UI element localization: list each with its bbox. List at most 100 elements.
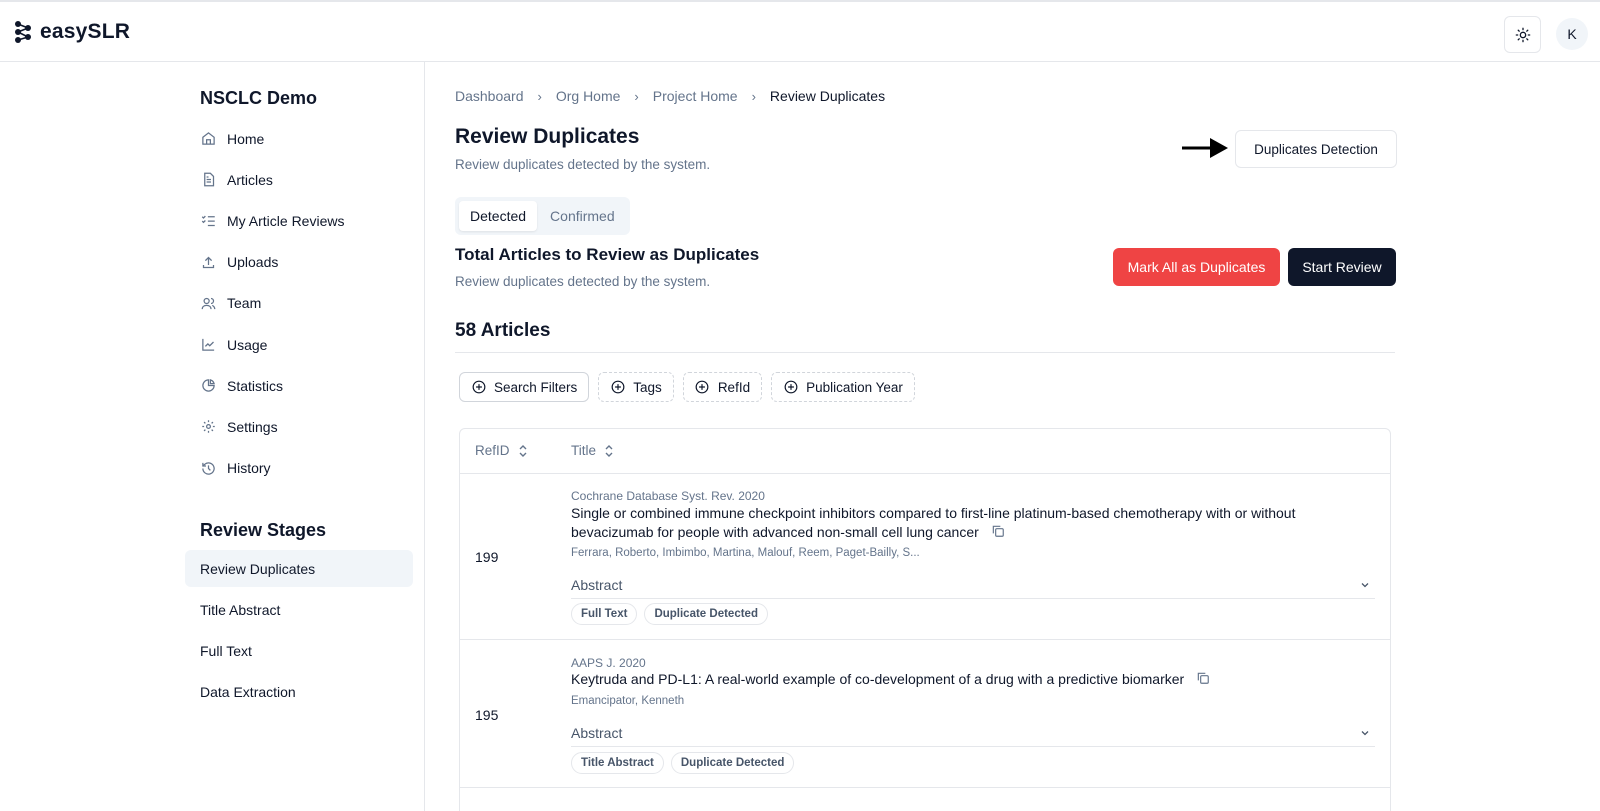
column-label: RefID [475, 443, 510, 458]
home-icon [200, 131, 216, 147]
sun-icon [1515, 27, 1530, 42]
users-icon [200, 295, 216, 311]
sidebar-item-settings[interactable]: Settings [200, 406, 344, 447]
gear-icon [200, 419, 216, 435]
stage-data-extraction[interactable]: Data Extraction [185, 674, 413, 711]
mark-all-duplicates-button[interactable]: Mark All as Duplicates [1113, 248, 1280, 286]
copy-icon[interactable] [991, 524, 1005, 543]
row-title-text: Keytruda and PD-L1: A real-world example… [571, 671, 1185, 687]
plus-circle-icon [471, 380, 486, 395]
articles-table: RefID Title 199 Cochrane Database Syst. … [459, 428, 1391, 811]
line-chart-icon [200, 337, 216, 353]
filter-bar: Search Filters Tags RefId Publication Ye… [459, 372, 915, 402]
table-row[interactable]: 195 AAPS J. 2020 Keytruda and PD-L1: A r… [460, 640, 1390, 788]
review-stages-list: Review Duplicates Title Abstract Full Te… [185, 550, 413, 715]
app-logo[interactable]: easySLR [14, 20, 130, 44]
row-title: Keytruda and PD-L1: A real-world example… [571, 670, 1371, 690]
sidebar-item-label: Articles [227, 171, 273, 188]
page-title: Review Duplicates [455, 125, 640, 148]
breadcrumb-org-home[interactable]: Org Home [556, 88, 621, 104]
sidebar: NSCLC Demo Home Articles My Article Revi… [0, 62, 425, 811]
stage-review-duplicates[interactable]: Review Duplicates [185, 550, 413, 587]
main-content: Dashboard › Org Home › Project Home › Re… [455, 62, 1397, 811]
sidebar-item-label: Settings [227, 418, 278, 435]
badge-stage: Full Text [571, 603, 638, 625]
theme-toggle-button[interactable] [1504, 16, 1541, 53]
sidebar-item-history[interactable]: History [200, 448, 344, 489]
user-avatar[interactable]: K [1556, 18, 1588, 50]
logo-icon [15, 21, 31, 43]
chevron-down-icon [1361, 583, 1369, 588]
stage-title-abstract[interactable]: Title Abstract [185, 591, 413, 628]
column-header-refid[interactable]: RefID [475, 443, 528, 458]
page-subtitle: Review duplicates detected by the system… [455, 157, 711, 172]
badge-duplicate: Duplicate Detected [670, 752, 795, 774]
row-authors: Emancipator, Kenneth [571, 695, 685, 707]
sidebar-item-label: My Article Reviews [227, 212, 345, 229]
section-title: Total Articles to Review as Duplicates [455, 245, 760, 264]
project-title: NSCLC Demo [200, 88, 318, 108]
top-bar: easySLR K [0, 0, 1600, 62]
sidebar-item-label: History [227, 460, 271, 477]
abstract-toggle[interactable]: Abstract [571, 725, 1375, 747]
breadcrumb-dashboard[interactable]: Dashboard [455, 88, 524, 104]
sidebar-item-label: Statistics [227, 377, 284, 394]
tab-confirmed[interactable]: Confirmed [539, 201, 626, 231]
table-row[interactable]: 199 Cochrane Database Syst. Rev. 2020 Si… [460, 474, 1390, 640]
review-stages-title: Review Stages [200, 520, 327, 540]
breadcrumb: Dashboard › Org Home › Project Home › Re… [455, 88, 885, 104]
chevron-down-icon [1361, 731, 1369, 736]
plus-circle-icon [783, 380, 798, 395]
row-badges: Title Abstract Duplicate Detected [571, 752, 795, 774]
sidebar-item-team[interactable]: Team [200, 283, 344, 324]
breadcrumb-project-home[interactable]: Project Home [653, 88, 738, 104]
abstract-label: Abstract [571, 725, 623, 741]
search-filters-button[interactable]: Search Filters [459, 372, 590, 402]
filter-label: RefId [717, 379, 751, 395]
table-header: RefID Title [460, 429, 1390, 474]
row-refid: 199 [475, 549, 499, 565]
sidebar-item-statistics[interactable]: Statistics [200, 365, 344, 406]
column-label: Title [571, 443, 597, 458]
filter-label: Publication Year [806, 379, 903, 395]
publication-year-filter-button[interactable]: Publication Year [771, 372, 915, 402]
row-journal: AAPS J. 2020 [571, 656, 646, 670]
sidebar-item-usage[interactable]: Usage [200, 324, 344, 365]
sidebar-item-label: Team [227, 295, 262, 312]
plus-circle-icon [610, 380, 625, 395]
abstract-label: Abstract [571, 577, 623, 593]
sidebar-item-articles[interactable]: Articles [200, 159, 344, 200]
sidebar-item-my-article-reviews[interactable]: My Article Reviews [200, 200, 344, 241]
filter-label: Tags [633, 379, 662, 395]
sidebar-item-uploads[interactable]: Uploads [200, 242, 344, 283]
app-name: easySLR [40, 20, 131, 43]
sort-icon [519, 444, 527, 457]
articles-count: 58 Articles [455, 320, 551, 341]
plus-circle-icon [695, 380, 710, 395]
refid-filter-button[interactable]: RefId [682, 372, 763, 402]
start-review-button[interactable]: Start Review [1288, 248, 1396, 286]
sidebar-item-label: Usage [227, 336, 268, 353]
row-journal: Cochrane Database Syst. Rev. 2020 [571, 489, 765, 503]
breadcrumb-current: Review Duplicates [769, 88, 886, 104]
section-subtitle: Review duplicates detected by the system… [455, 274, 711, 289]
history-icon [200, 460, 216, 476]
sidebar-item-label: Home [227, 130, 265, 147]
chevron-right-icon: › [634, 88, 639, 104]
chevron-right-icon: › [537, 88, 542, 104]
duplicates-detection-button[interactable]: Duplicates Detection [1235, 130, 1397, 168]
pie-chart-icon [200, 378, 216, 394]
abstract-toggle[interactable]: Abstract [571, 577, 1375, 599]
row-badges: Full Text Duplicate Detected [571, 603, 768, 625]
tags-filter-button[interactable]: Tags [598, 372, 674, 402]
sort-icon [605, 444, 613, 457]
tab-detected[interactable]: Detected [459, 201, 538, 231]
sidebar-item-home[interactable]: Home [200, 118, 344, 159]
stage-full-text[interactable]: Full Text [185, 633, 413, 670]
row-refid: 195 [475, 707, 499, 723]
copy-icon[interactable] [1196, 671, 1210, 690]
divider [455, 352, 1395, 353]
sidebar-nav: Home Articles My Article Reviews Uploads… [200, 118, 344, 489]
arrow-right-icon [1182, 138, 1228, 158]
column-header-title[interactable]: Title [571, 443, 614, 458]
